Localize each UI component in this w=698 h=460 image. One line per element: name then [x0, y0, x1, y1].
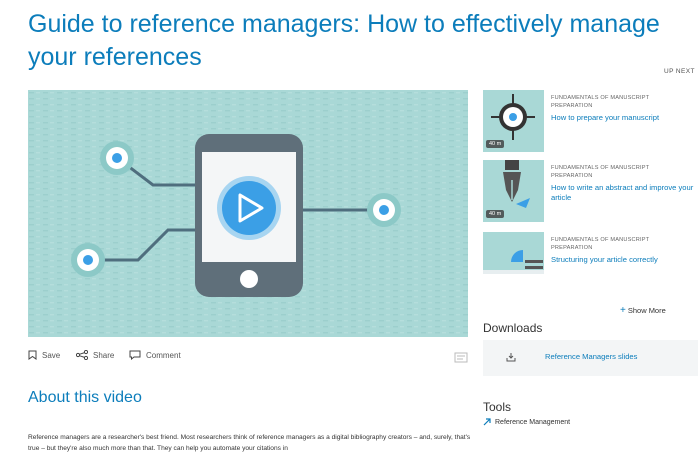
item-category: FUNDAMENTALS OF MANUSCRIPT PREPARATION: [551, 165, 650, 179]
page-title: Guide to reference managers: How to effe…: [28, 10, 660, 71]
tool-label: Reference Management: [495, 418, 571, 426]
downloads-heading: Downloads: [483, 321, 543, 335]
up-next-item[interactable]: 40 m FUNDAMENTALS OF MANUSCRIPT PREPARAT…: [483, 90, 698, 152]
video-illustration: [28, 90, 468, 337]
comment-label: Comment: [146, 350, 181, 360]
show-more-label: Show More: [627, 306, 666, 315]
comment-button[interactable]: Comment: [129, 350, 181, 360]
video-thumbnail: [483, 232, 544, 274]
video-thumbnail: 40 m: [483, 90, 544, 152]
video-actions: Save Share Comment: [28, 350, 468, 368]
download-item[interactable]: Reference Managers slides: [483, 340, 698, 376]
item-title-link[interactable]: Structuring your article correctly: [551, 255, 698, 265]
video-player[interactable]: [28, 90, 468, 337]
transcript-icon[interactable]: [454, 352, 468, 363]
structure-icon: [483, 250, 544, 274]
show-more-button[interactable]: + Show More: [620, 305, 666, 316]
share-label: Share: [93, 350, 115, 360]
download-icon: [506, 353, 516, 362]
about-heading: About this video: [28, 389, 142, 406]
item-category: FUNDAMENTALS OF MANUSCRIPT PREPARATION: [551, 237, 650, 251]
share-button[interactable]: Share: [76, 350, 114, 360]
item-title-link[interactable]: How to prepare your manuscript: [551, 113, 698, 123]
item-category: FUNDAMENTALS OF MANUSCRIPT PREPARATION: [551, 95, 650, 109]
up-next-item[interactable]: FUNDAMENTALS OF MANUSCRIPT PREPARATION S…: [483, 232, 698, 274]
plus-icon: +: [620, 305, 626, 316]
up-next-item[interactable]: 40 m FUNDAMENTALS OF MANUSCRIPT PREPARAT…: [483, 160, 698, 222]
video-thumbnail: 40 m: [483, 160, 544, 222]
item-title-link[interactable]: How to write an abstract and improve you…: [551, 183, 698, 203]
duration-badge: 40 m: [486, 210, 505, 218]
tool-link[interactable]: Reference Management: [483, 418, 570, 426]
download-link[interactable]: Reference Managers slides: [545, 352, 637, 361]
save-label: Save: [42, 350, 61, 360]
share-icon: [76, 350, 88, 360]
node-bottom-left: [71, 243, 105, 277]
save-button[interactable]: Save: [28, 350, 60, 360]
duration-badge: 40 m: [486, 140, 505, 148]
node-right: [367, 193, 401, 227]
bookmark-icon: [28, 350, 37, 360]
up-next-label: UP NEXT: [664, 68, 695, 75]
about-description: Reference managers are a researcher's be…: [28, 434, 471, 452]
comment-icon: [129, 350, 141, 360]
node-top-left: [100, 141, 134, 175]
external-arrow-icon: [483, 418, 491, 426]
tools-heading: Tools: [483, 400, 512, 414]
